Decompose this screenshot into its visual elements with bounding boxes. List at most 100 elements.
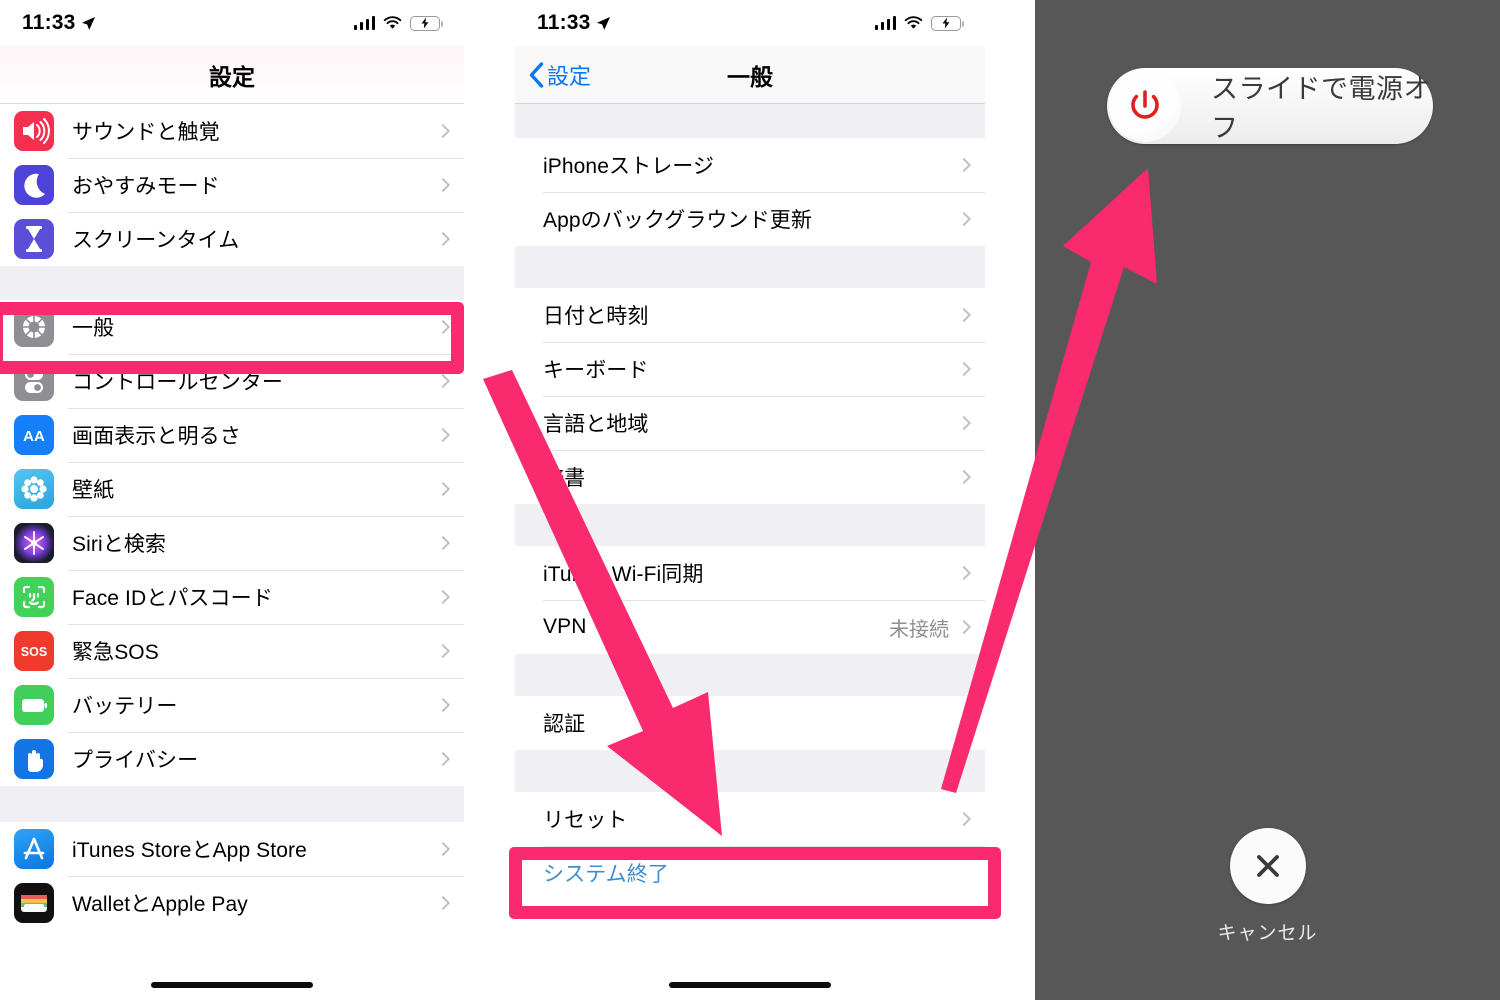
list-item[interactable]: Face IDとパスコード <box>0 570 464 624</box>
list-item[interactable]: コントロールセンター <box>0 354 464 408</box>
list-item[interactable]: おやすみモード <box>0 158 464 212</box>
chevron-right-icon <box>956 619 972 635</box>
settings-section: iPhoneストレージ Appのバックグラウンド更新 <box>515 138 985 246</box>
general-gear-icon <box>14 307 54 347</box>
list-item[interactable]: 辞書 <box>515 450 985 504</box>
list-item[interactable]: SOS 緊急SOS <box>0 624 464 678</box>
list-item[interactable]: サウンドと触覚 <box>0 104 464 158</box>
cancel-button[interactable]: キャンセル <box>1035 828 1500 945</box>
status-bar-time-group: 11:33 <box>22 11 96 35</box>
panel-general-list: 11:33 設定 一般 iPhoneストレージ Appのバックグラウンド更新 日… <box>515 0 985 1000</box>
list-section-gap <box>515 104 985 138</box>
list-section-gap <box>515 750 985 792</box>
list-item-value: 未接続 <box>889 618 949 641</box>
list-item-accessory <box>956 307 985 323</box>
list-item-label: Face IDとパスコード <box>72 587 273 610</box>
list-item-accessory <box>956 415 985 431</box>
list-item[interactable]: 言語と地域 <box>515 396 985 450</box>
status-bar: 11:33 <box>515 0 985 46</box>
list-item-accessory <box>956 361 985 377</box>
battery-charging-icon <box>931 15 965 31</box>
list-item[interactable]: AA 画面表示と明るさ <box>0 408 464 462</box>
list-section-gap <box>515 246 985 288</box>
list-item[interactable]: Siriと検索 <box>0 516 464 570</box>
general-nav-bar: 設定 一般 <box>515 46 985 104</box>
screenshot-stage: 11:33 設定 サウンドと触覚 おやすみモード スクリーンタイム 一般 コント… <box>0 0 1500 1000</box>
charging-bolt-icon <box>421 17 429 29</box>
list-item-accessory <box>435 841 464 857</box>
list-item[interactable]: バッテリー <box>0 678 464 732</box>
face-id-icon <box>14 577 54 617</box>
list-item[interactable]: Appのバックグラウンド更新 <box>515 192 985 246</box>
list-section-gap <box>515 654 985 696</box>
back-button[interactable]: 設定 <box>529 59 591 91</box>
settings-section: 認証 <box>515 696 985 750</box>
chevron-right-icon <box>435 589 451 605</box>
slider-knob[interactable] <box>1109 70 1181 142</box>
list-item[interactable]: iTunes StoreとApp Store <box>0 822 464 876</box>
list-item-label: リセット <box>543 809 628 832</box>
wallet-apple-pay-icon <box>14 883 54 923</box>
charging-bolt-icon <box>942 17 950 29</box>
siri-search-icon <box>14 523 54 563</box>
wallpaper-flower-icon <box>14 469 54 509</box>
status-bar: 11:33 <box>0 0 464 46</box>
list-item-label: Appのバックグラウンド更新 <box>543 209 812 232</box>
list-item[interactable]: VPN 未接続 <box>515 600 985 654</box>
list-item-accessory <box>956 811 985 827</box>
cellular-signal-icon <box>353 16 375 30</box>
list-item[interactable]: WalletとApple Pay <box>0 876 464 930</box>
list-item[interactable]: スクリーンタイム <box>0 212 464 266</box>
settings-section: サウンドと触覚おやすみモードスクリーンタイム <box>0 104 464 266</box>
slide-to-power-off-label: スライドで電源オフ <box>1211 74 1431 143</box>
list-item-label: iTunes Wi-Fi同期 <box>543 563 704 586</box>
power-icon <box>1131 90 1159 119</box>
list-item[interactable]: キーボード <box>515 342 985 396</box>
status-bar-indicators <box>874 15 965 31</box>
chevron-right-icon <box>956 811 972 827</box>
list-item-label: コントロールセンター <box>72 371 283 394</box>
slide-to-power-off-slider[interactable]: スライドで電源オフ <box>1107 68 1433 144</box>
list-item-label: サウンドと触覚 <box>72 121 220 144</box>
chevron-right-icon <box>956 565 972 581</box>
list-item-label: Siriと検索 <box>72 533 167 556</box>
cancel-circle[interactable] <box>1229 828 1306 904</box>
list-item[interactable]: プライバシー <box>0 732 464 786</box>
list-item[interactable]: 壁紙 <box>0 462 464 516</box>
list-item[interactable]: 認証 <box>515 696 985 750</box>
list-item-label: キーボード <box>543 359 649 382</box>
list-item-label: 言語と地域 <box>543 413 649 436</box>
settings-section: iTunes StoreとApp Store WalletとApple Pay <box>0 822 464 930</box>
page-title: 一般 <box>727 63 773 90</box>
panel-power-off: スライドで電源オフ キャンセル <box>1035 0 1500 1000</box>
cellular-signal-icon <box>874 16 896 30</box>
privacy-hand-icon <box>14 739 54 779</box>
list-item-label: バッテリー <box>72 695 178 718</box>
display-brightness-aa-icon: AA <box>14 415 54 455</box>
list-item-label: スクリーンタイム <box>72 229 240 252</box>
list-item[interactable]: 日付と時刻 <box>515 288 985 342</box>
chevron-right-icon <box>435 481 451 497</box>
list-item-accessory <box>435 535 464 551</box>
chevron-right-icon <box>956 415 972 431</box>
list-item-label: 画面表示と明るさ <box>72 425 241 448</box>
status-bar-time: 11:33 <box>22 11 76 34</box>
list-section-gap <box>0 266 464 300</box>
chevron-right-icon <box>956 307 972 323</box>
list-item-accessory <box>435 123 464 139</box>
list-item-accessory: 未接続 <box>889 613 985 642</box>
list-item[interactable]: システム終了 <box>515 846 985 900</box>
list-item-label: VPN <box>543 615 587 638</box>
list-item[interactable]: リセット <box>515 792 985 846</box>
list-item-accessory <box>435 427 464 443</box>
list-item[interactable]: iTunes Wi-Fi同期 <box>515 546 985 600</box>
home-indicator <box>151 982 313 988</box>
list-item[interactable]: 一般 <box>0 300 464 354</box>
chevron-right-icon <box>435 319 451 335</box>
chevron-right-icon <box>435 427 451 443</box>
list-item-accessory <box>435 895 464 911</box>
battery-charging-icon <box>410 15 444 31</box>
list-item[interactable]: iPhoneストレージ <box>515 138 985 192</box>
list-item-accessory <box>956 211 985 227</box>
control-center-toggles-icon <box>14 361 54 401</box>
